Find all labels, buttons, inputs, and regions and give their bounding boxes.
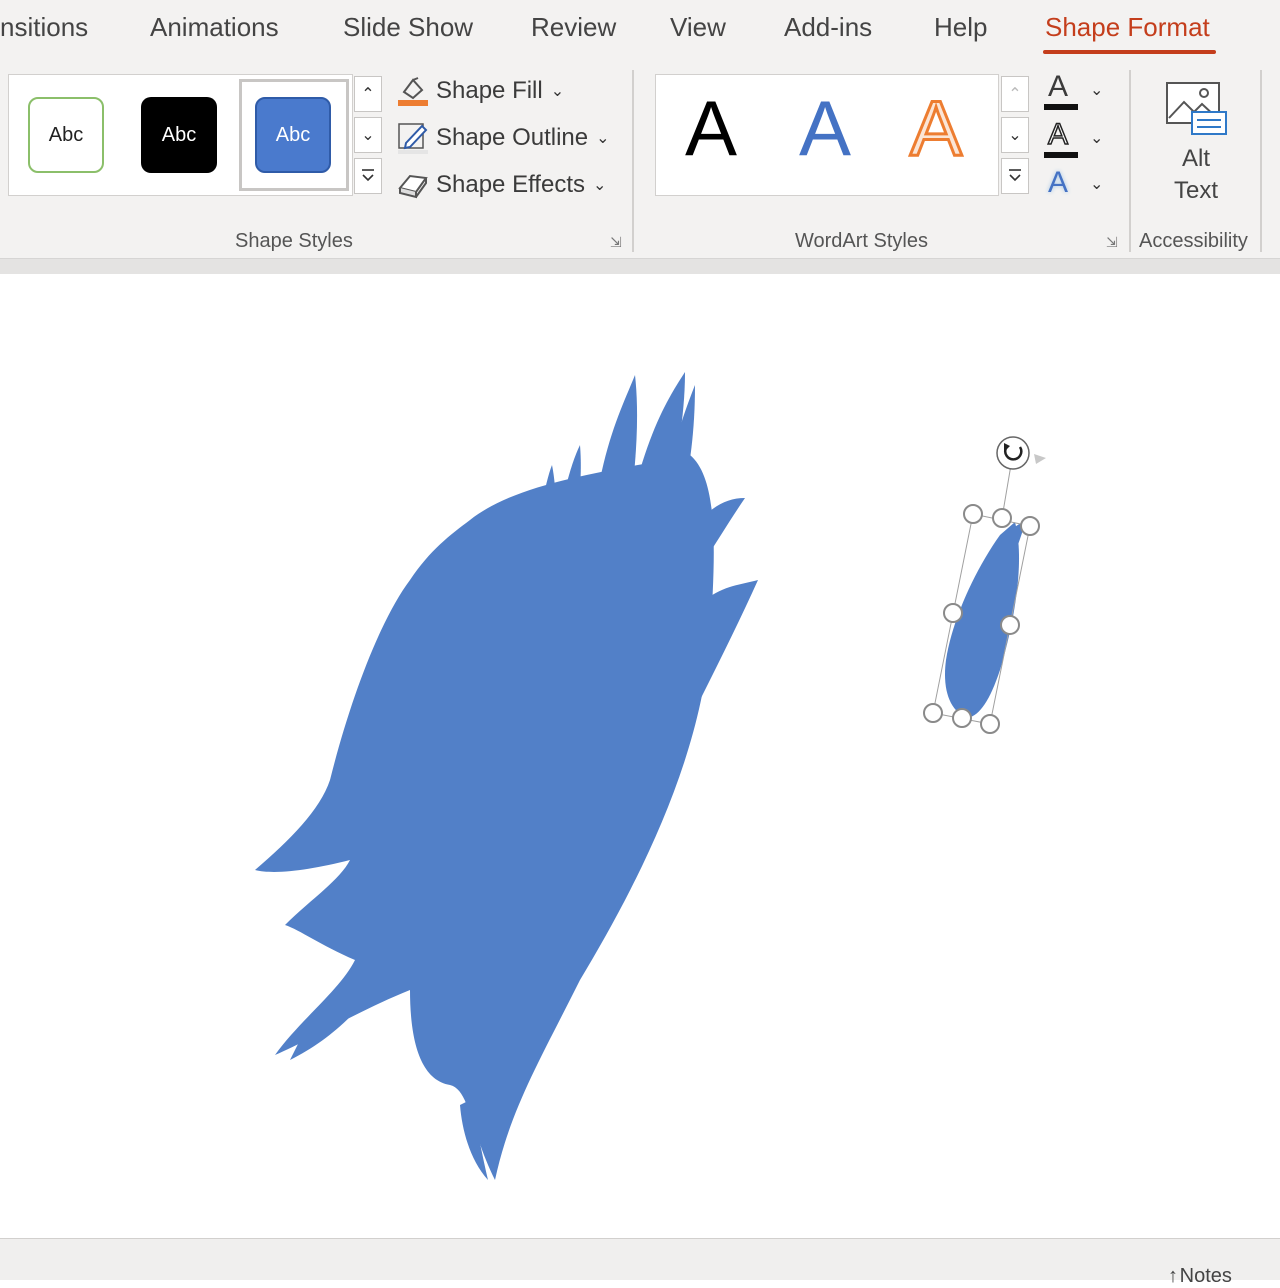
swatch-label: Abc	[161, 123, 197, 146]
chevron-down-icon[interactable]: ⌄	[1090, 174, 1103, 194]
ribbon-bottom-border	[0, 258, 1280, 274]
alt-text-button[interactable]: Alt Text	[1150, 80, 1242, 210]
gallery-scroll-up-button[interactable]: ⌃	[354, 76, 382, 112]
status-bar: ↑ Notes	[0, 1238, 1280, 1287]
swatch-label: Abc	[48, 123, 84, 146]
shape-styles-group-label: Shape Styles	[235, 230, 353, 252]
shape-fill-label: Shape Fill	[436, 77, 543, 104]
tab-shape-format[interactable]: Shape Format	[1045, 12, 1210, 43]
tab-animations[interactable]: Animations	[150, 12, 279, 43]
resize-handle-top-right	[1020, 516, 1040, 536]
wordart-style-black[interactable]: A	[685, 89, 737, 167]
chevron-down-icon: ⌄	[596, 130, 610, 147]
shape-style-swatch-outline[interactable]: Abc	[28, 97, 104, 173]
chevron-up-icon: ⌃	[1008, 86, 1022, 103]
alt-text-label-line1: Alt	[1181, 145, 1210, 172]
dialog-launcher-icon[interactable]: ⇲	[1106, 234, 1118, 251]
text-outline-button[interactable]: A	[1044, 117, 1078, 158]
text-effects-icon: A	[1048, 166, 1069, 199]
shape-effects-icon	[396, 168, 430, 202]
group-divider	[1260, 70, 1262, 252]
text-fill-button[interactable]: A	[1044, 70, 1078, 110]
gallery-expand-icon	[362, 169, 374, 182]
wordart-scroll-up-button[interactable]: ⌃	[1001, 76, 1029, 112]
wordart-styles-gallery: A A A	[655, 74, 999, 196]
shape-styles-gallery: Abc Abc Abc	[8, 74, 353, 196]
gallery-scroll-down-button[interactable]: ⌄	[354, 117, 382, 153]
resize-handle-bottom-right	[980, 714, 1000, 734]
paint-bucket-icon	[396, 74, 430, 108]
resize-handle-bottom-left	[923, 703, 943, 723]
brush-stroke-shape-large[interactable]	[255, 372, 758, 1180]
wordart-scroll-down-button[interactable]: ⌄	[1001, 117, 1029, 153]
slide-canvas[interactable]	[0, 275, 1280, 1237]
shape-outline-label: Shape Outline	[436, 124, 589, 151]
pencil-outline-icon	[396, 121, 430, 155]
chevron-down-icon: ⌄	[361, 127, 375, 144]
wordart-style-blue[interactable]: A	[799, 89, 851, 167]
tab-transitions[interactable]: nsitions	[0, 12, 88, 43]
text-outline-color-bar	[1044, 152, 1078, 158]
alt-text-label-line2: Text	[1173, 177, 1218, 204]
wordart-more-button[interactable]	[1001, 158, 1029, 194]
shape-style-swatch-blue[interactable]: Abc	[255, 97, 331, 173]
gallery-expand-icon	[1009, 169, 1021, 182]
chevron-down-icon: ⌄	[1008, 127, 1022, 144]
wordart-styles-group-label: WordArt Styles	[795, 230, 928, 252]
chevron-down-icon: ⌄	[550, 83, 565, 100]
resize-handle-top	[992, 508, 1012, 528]
text-fill-icon: A	[1048, 70, 1069, 103]
tab-slide-show[interactable]: Slide Show	[343, 12, 473, 43]
alt-text-icon	[1166, 82, 1227, 135]
ribbon: Abc Abc Abc ⌃ ⌄ Shape Fill ⌄ Shape Outli…	[0, 62, 1280, 260]
tab-review[interactable]: Review	[531, 12, 616, 43]
rotate-handle[interactable]	[996, 436, 1046, 470]
tab-help[interactable]: Help	[934, 12, 987, 43]
active-tab-indicator	[1043, 50, 1216, 54]
tab-view[interactable]: View	[670, 12, 726, 43]
notes-button[interactable]: ↑ Notes	[1168, 1265, 1232, 1288]
group-divider	[1129, 70, 1131, 252]
dialog-launcher-icon[interactable]: ⇲	[610, 234, 622, 251]
shape-effects-label: Shape Effects	[436, 171, 585, 198]
slide-svg	[255, 372, 1046, 1180]
swatch-label: Abc	[275, 123, 311, 146]
wordart-style-orange-outline[interactable]: A	[908, 88, 963, 169]
chevron-down-icon[interactable]: ⌄	[1090, 128, 1103, 148]
notes-label: Notes	[1179, 1265, 1232, 1287]
text-effects-button[interactable]: A	[1044, 166, 1078, 206]
accessibility-group-label: Accessibility	[1139, 230, 1248, 252]
chevron-up-icon: ⌃	[361, 86, 375, 103]
shape-effects-button[interactable]: Shape Effects ⌄	[396, 167, 606, 203]
shape-outline-button[interactable]: Shape Outline ⌄	[396, 120, 610, 156]
gallery-more-button[interactable]	[354, 158, 382, 194]
notes-icon: ↑	[1168, 1265, 1180, 1287]
chevron-down-icon[interactable]: ⌄	[1090, 80, 1103, 100]
text-fill-color-bar	[1044, 104, 1078, 110]
shape-style-swatch-black[interactable]: Abc	[141, 97, 217, 173]
resize-handle-right	[1000, 615, 1020, 635]
text-outline-icon: A	[1047, 117, 1069, 152]
resize-handle-bottom	[952, 708, 972, 728]
tab-add-ins[interactable]: Add-ins	[784, 12, 872, 43]
resize-handle-left	[943, 603, 963, 623]
chevron-down-icon: ⌄	[593, 177, 607, 194]
group-divider	[632, 70, 634, 252]
resize-handle-top-left	[963, 504, 983, 524]
shape-fill-button[interactable]: Shape Fill ⌄	[396, 73, 564, 109]
ribbon-tab-bar: nsitions Animations Slide Show Review Vi…	[0, 0, 1280, 62]
